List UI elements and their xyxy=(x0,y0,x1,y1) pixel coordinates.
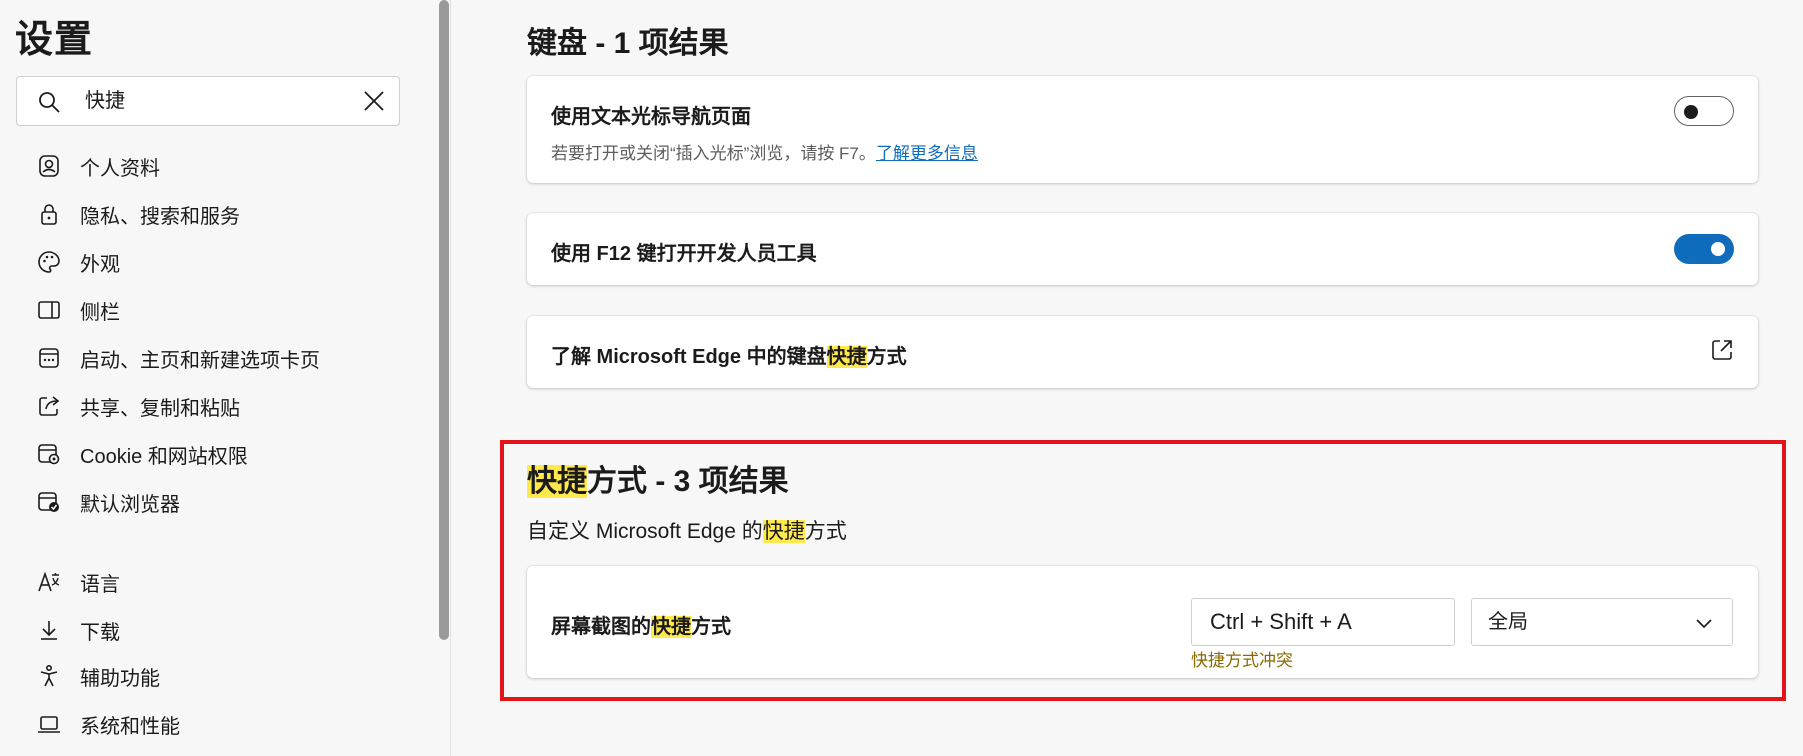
learn-title-text-end: 方式 xyxy=(866,346,907,368)
screenshot-shortcut-label: 屏幕截图的快捷方式 xyxy=(551,610,731,639)
caret-browsing-card: 使用文本光标导航页面 若要打开或关闭“插入光标”浏览，请按 F7。了解更多信息 xyxy=(527,76,1758,183)
sidebar-item-label: 外观 xyxy=(80,253,120,276)
label-text: 屏幕截图的 xyxy=(551,616,651,638)
sidebar-item-sidebar[interactable]: 侧栏 xyxy=(36,290,416,330)
sidebar-item-downloads[interactable]: 下载 xyxy=(36,610,416,650)
sidebar-item-accessibility[interactable]: 辅助功能 xyxy=(36,656,416,696)
download-icon xyxy=(36,617,62,643)
sidebar-item-label: 个人资料 xyxy=(80,157,160,180)
sidebar-item-cookies[interactable]: Cookie 和网站权限 xyxy=(36,434,416,474)
learn-keyboard-shortcuts-card[interactable]: 了解 Microsoft Edge 中的键盘快捷方式 xyxy=(527,316,1758,388)
search-highlight: 快捷 xyxy=(826,346,867,368)
home-tabs-icon xyxy=(36,345,62,371)
f12-devtools-toggle[interactable] xyxy=(1674,234,1734,264)
sidebar-item-label: 侧栏 xyxy=(80,301,120,324)
sidebar-item-profile[interactable]: 个人资料 xyxy=(36,146,416,186)
external-link-icon[interactable] xyxy=(1710,338,1734,362)
accessibility-icon xyxy=(36,663,62,689)
shortcut-section-title-rest: 方式 - 3 项结果 xyxy=(587,465,789,498)
sidebar-item-default-browser[interactable]: 默认浏览器 xyxy=(36,482,416,522)
shortcut-section-subtitle: 自定义 Microsoft Edge 的快捷方式 xyxy=(527,515,847,545)
shortcut-conflict-warning: 快捷方式冲突 xyxy=(1191,651,1293,670)
chevron-down-icon xyxy=(1696,619,1712,629)
caret-browsing-description: 若要打开或关闭“插入光标”浏览，请按 F7。了解更多信息 xyxy=(551,139,978,164)
share-icon xyxy=(36,393,62,419)
laptop-icon xyxy=(36,711,62,737)
caret-browsing-title: 使用文本光标导航页面 xyxy=(551,106,751,128)
sidebar-scrollbar-thumb[interactable] xyxy=(439,0,449,640)
scope-selected-value: 全局 xyxy=(1488,611,1528,633)
settings-sidebar: 设置 快捷 个人资料 隐私、搜索和服务 外观 侧栏 启动、主页和新建选项卡页 共… xyxy=(0,0,438,756)
shortcut-section-title: 快捷方式 - 3 项结果 xyxy=(527,456,789,500)
shortcut-key-input[interactable]: Ctrl + Shift + A xyxy=(1191,598,1455,646)
shortcut-scope-dropdown[interactable]: 全局 xyxy=(1471,598,1733,646)
sidebar-icon xyxy=(36,297,62,323)
lock-icon xyxy=(36,201,62,227)
caret-browsing-toggle[interactable] xyxy=(1674,96,1734,126)
learn-more-link[interactable]: 了解更多信息 xyxy=(876,144,978,163)
subtitle-text-end: 方式 xyxy=(804,520,847,543)
profile-icon xyxy=(36,153,62,179)
clear-search-icon[interactable] xyxy=(363,90,385,112)
sidebar-item-label: 系统和性能 xyxy=(80,715,180,738)
language-icon xyxy=(36,569,62,595)
sidebar-item-system[interactable]: 系统和性能 xyxy=(36,704,416,744)
sidebar-item-label: 默认浏览器 xyxy=(80,493,180,516)
sidebar-item-label: Cookie 和网站权限 xyxy=(80,445,248,468)
sidebar-item-share[interactable]: 共享、复制和粘贴 xyxy=(36,386,416,426)
toggle-knob xyxy=(1711,242,1725,256)
sidebar-item-label: 启动、主页和新建选项卡页 xyxy=(80,349,320,372)
learn-title-text: 了解 Microsoft Edge 中的键盘 xyxy=(551,346,827,368)
keyboard-section-title: 键盘 - 1 项结果 xyxy=(527,27,729,60)
settings-title: 设置 xyxy=(15,19,94,61)
sidebar-item-label: 语言 xyxy=(80,573,120,596)
f12-devtools-title: 使用 F12 键打开开发人员工具 xyxy=(551,243,817,265)
sidebar-item-label: 辅助功能 xyxy=(80,667,160,690)
f12-devtools-card: 使用 F12 键打开开发人员工具 xyxy=(527,213,1758,285)
sidebar-item-label: 共享、复制和粘贴 xyxy=(80,397,240,420)
default-browser-icon xyxy=(36,489,62,515)
subtitle-text: 自定义 Microsoft Edge 的 xyxy=(527,520,763,543)
search-highlight: 快捷 xyxy=(527,465,587,498)
search-highlight: 快捷 xyxy=(651,616,691,638)
sidebar-item-startup[interactable]: 启动、主页和新建选项卡页 xyxy=(36,338,416,378)
sidebar-item-appearance[interactable]: 外观 xyxy=(36,242,416,282)
sidebar-item-label: 隐私、搜索和服务 xyxy=(80,205,240,228)
sidebar-divider xyxy=(450,0,451,756)
sidebar-item-privacy[interactable]: 隐私、搜索和服务 xyxy=(36,194,416,234)
palette-icon xyxy=(36,249,62,275)
caret-browsing-desc-text: 若要打开或关闭“插入光标”浏览，请按 F7。 xyxy=(551,144,876,163)
search-input[interactable]: 快捷 xyxy=(85,77,125,125)
learn-keyboard-shortcuts-title: 了解 Microsoft Edge 中的键盘快捷方式 xyxy=(551,340,907,369)
settings-search-box[interactable]: 快捷 xyxy=(16,76,400,126)
site-permissions-icon xyxy=(36,441,62,467)
sidebar-item-language[interactable]: 语言 xyxy=(36,562,416,602)
sidebar-item-label: 下载 xyxy=(80,621,120,644)
label-text-end: 方式 xyxy=(691,616,731,638)
toggle-knob xyxy=(1684,105,1698,119)
search-highlight: 快捷 xyxy=(762,520,805,543)
search-icon xyxy=(39,92,60,113)
